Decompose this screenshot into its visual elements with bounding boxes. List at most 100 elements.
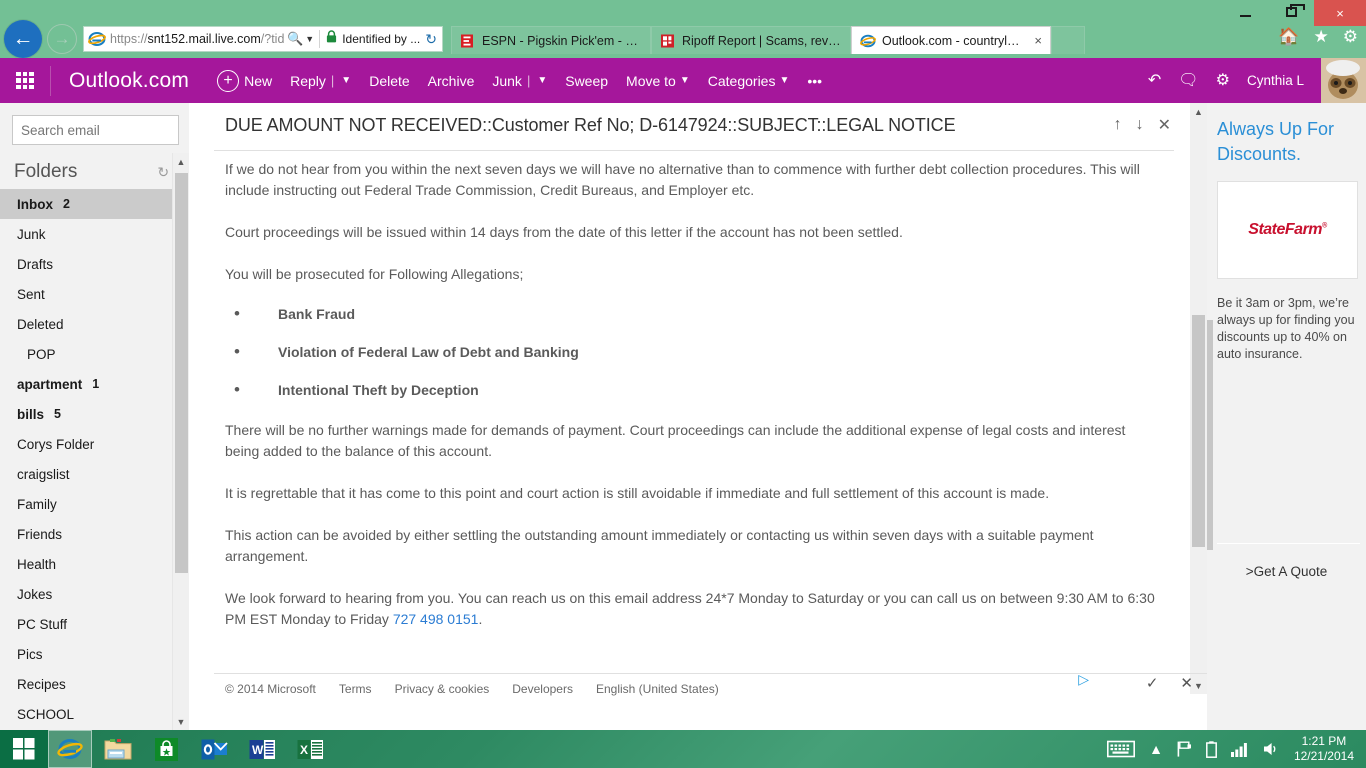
sidebar-item-family[interactable]: Family (0, 489, 189, 519)
taskbar-internet-explorer-icon[interactable] (48, 730, 92, 768)
keyboard-icon[interactable] (1107, 740, 1136, 758)
settings-icon[interactable]: ⚙ (1343, 28, 1358, 45)
archive-button[interactable]: Archive (428, 73, 475, 89)
ad-logo-box[interactable]: StateFarm® (1217, 181, 1358, 279)
new-tab-button[interactable] (1051, 26, 1085, 54)
close-icon[interactable]: ✕ (1158, 115, 1171, 135)
favorites-icon[interactable]: ★ (1314, 28, 1329, 45)
up-arrow-icon[interactable]: ↑ (1114, 116, 1122, 134)
sidebar-item-recipes[interactable]: Recipes (0, 669, 189, 699)
chevron-down-icon[interactable]: ▼ (341, 75, 351, 86)
reading-pane: DUE AMOUNT NOT RECEIVED::Customer Ref No… (189, 103, 1215, 730)
sidebar-item-drafts[interactable]: Drafts (0, 249, 189, 279)
message-actions: ↑ ↓ ✕ (1114, 115, 1171, 135)
tab-close-icon[interactable]: × (1034, 33, 1042, 48)
more-commands-button[interactable]: ••• (807, 73, 822, 89)
scrollbar-thumb[interactable] (175, 173, 188, 573)
avatar[interactable] (1321, 58, 1366, 103)
clock-time: 1:21 PM (1301, 734, 1347, 748)
sidebar-item-corys-folder[interactable]: Corys Folder (0, 429, 189, 459)
app-launcher-icon[interactable] (16, 71, 34, 90)
search-email-box[interactable]: 🔍 (12, 115, 221, 145)
sidebar-item-deleted[interactable]: Deleted (0, 309, 189, 339)
network-icon[interactable] (1230, 742, 1249, 757)
taskbar-word-icon[interactable]: W (240, 730, 284, 768)
home-icon[interactable]: 🏠 (1278, 28, 1299, 45)
outlook-brand[interactable]: Outlook.com (69, 69, 189, 93)
sidebar-item-pics[interactable]: Pics (0, 639, 189, 669)
window-minimize-button[interactable] (1222, 0, 1268, 24)
categories-button-label: Categories (707, 72, 776, 89)
down-arrow-icon[interactable]: ↓ (1136, 116, 1144, 134)
new-button[interactable]: + New (217, 69, 272, 92)
taskbar-windows-store-icon[interactable] (144, 730, 188, 768)
clock[interactable]: 1:21 PM 12/21/2014 (1294, 734, 1354, 764)
taskbar-file-explorer-icon[interactable] (96, 730, 140, 768)
battery-icon[interactable] (1205, 740, 1217, 758)
back-arrow-icon[interactable]: ← (4, 20, 42, 58)
language-link[interactable]: English (United States) (596, 682, 719, 696)
windows-start-icon[interactable] (0, 730, 48, 768)
window-restore-button[interactable] (1268, 0, 1314, 24)
developers-link[interactable]: Developers (512, 682, 573, 696)
sidebar-item-bills[interactable]: bills 5 (0, 399, 189, 429)
phone-link[interactable]: 727 498 0151 (393, 611, 479, 627)
reply-button[interactable]: Reply | ▼ (290, 73, 351, 89)
reading-pane-scrollbar[interactable]: ▲ ▼ (1190, 103, 1207, 694)
tab-ripoff-report[interactable]: Ripoff Report | Scams, reviews,... (651, 26, 851, 54)
search-icon[interactable]: 🔍 (287, 31, 303, 47)
chevron-down-icon[interactable]: ▼ (537, 75, 547, 86)
ad-headline[interactable]: Always Up For Discounts. (1207, 103, 1366, 167)
scrollbar-thumb[interactable] (1192, 315, 1205, 547)
taskbar-outlook-icon[interactable] (192, 730, 236, 768)
page-footer: © 2014 Microsoft Terms Privacy & cookies… (214, 673, 1215, 701)
sidebar-item-craigslist[interactable]: craigslist (0, 459, 189, 489)
tab-outlook[interactable]: Outlook.com - countryluvi... × (851, 26, 1051, 54)
terms-link[interactable]: Terms (339, 682, 372, 696)
privacy-cookies-link[interactable]: Privacy & cookies (395, 682, 490, 696)
sidebar-item-school[interactable]: SCHOOL (0, 699, 189, 729)
refresh-icon[interactable]: ↻ (425, 31, 437, 48)
get-a-quote-link[interactable]: >Get A Quote (1207, 564, 1366, 579)
refresh-icon[interactable]: ↻ (157, 164, 169, 181)
scroll-up-icon[interactable]: ▲ (1190, 103, 1207, 120)
clock-date: 12/21/2014 (1293, 749, 1354, 763)
tab-espn[interactable]: ESPN - Pigskin Pick'em - Seattl... (451, 26, 651, 54)
categories-button[interactable]: Categories ▼ (708, 73, 790, 89)
chevron-down-icon: ▼ (779, 75, 790, 86)
sidebar-item-apartment[interactable]: apartment 1 (0, 369, 189, 399)
scroll-up-icon[interactable]: ▲ (173, 153, 189, 170)
check-icon[interactable]: ✓ (1146, 674, 1159, 692)
feedback-icon[interactable]: 🗨 (1178, 72, 1198, 89)
sidebar-item-sent[interactable]: Sent (0, 279, 189, 309)
show-hidden-icons-icon[interactable]: ▲ (1149, 741, 1163, 757)
folder-count: 1 (92, 377, 100, 391)
flag-icon[interactable] (1177, 741, 1192, 757)
gear-icon[interactable]: ⚙ (1216, 72, 1230, 89)
sidebar-scrollbar[interactable]: ▲ ▼ (172, 153, 189, 730)
taskbar-excel-icon[interactable]: X (288, 730, 332, 768)
delete-button[interactable]: Delete (369, 73, 409, 89)
volume-icon[interactable] (1263, 741, 1279, 757)
move-to-button[interactable]: Move to ▼ (626, 73, 690, 89)
sidebar-item-inbox[interactable]: Inbox 2 (0, 189, 189, 219)
chevron-down-icon[interactable]: ▼ (305, 34, 314, 44)
sidebar-item-jokes[interactable]: Jokes (0, 579, 189, 609)
scroll-down-icon[interactable]: ▼ (173, 713, 189, 730)
junk-button[interactable]: Junk | ▼ (492, 73, 547, 89)
forward-arrow-icon[interactable]: → (47, 24, 77, 54)
undo-icon[interactable]: ↶ (1148, 72, 1161, 89)
sidebar-item-junk[interactable]: Junk (0, 219, 189, 249)
user-name-label[interactable]: Cynthia L (1247, 73, 1304, 88)
closing-text-after-link: . (478, 611, 483, 627)
sidebar-item-pop[interactable]: POP (0, 339, 189, 369)
copyright-label: © 2014 Microsoft (225, 681, 316, 696)
adchoices-icon[interactable]: ▷ (1078, 671, 1089, 688)
sidebar-item-pc-stuff[interactable]: PC Stuff (0, 609, 189, 639)
sidebar-item-friends[interactable]: Friends (0, 519, 189, 549)
sidebar-item-health[interactable]: Health (0, 549, 189, 579)
address-bar[interactable]: https://snt152.mail.live.com/?tid=( 🔍 ▼ … (83, 26, 443, 52)
sweep-button[interactable]: Sweep (565, 73, 608, 89)
search-input[interactable] (13, 122, 204, 138)
close-icon[interactable]: ✕ (1180, 674, 1193, 692)
